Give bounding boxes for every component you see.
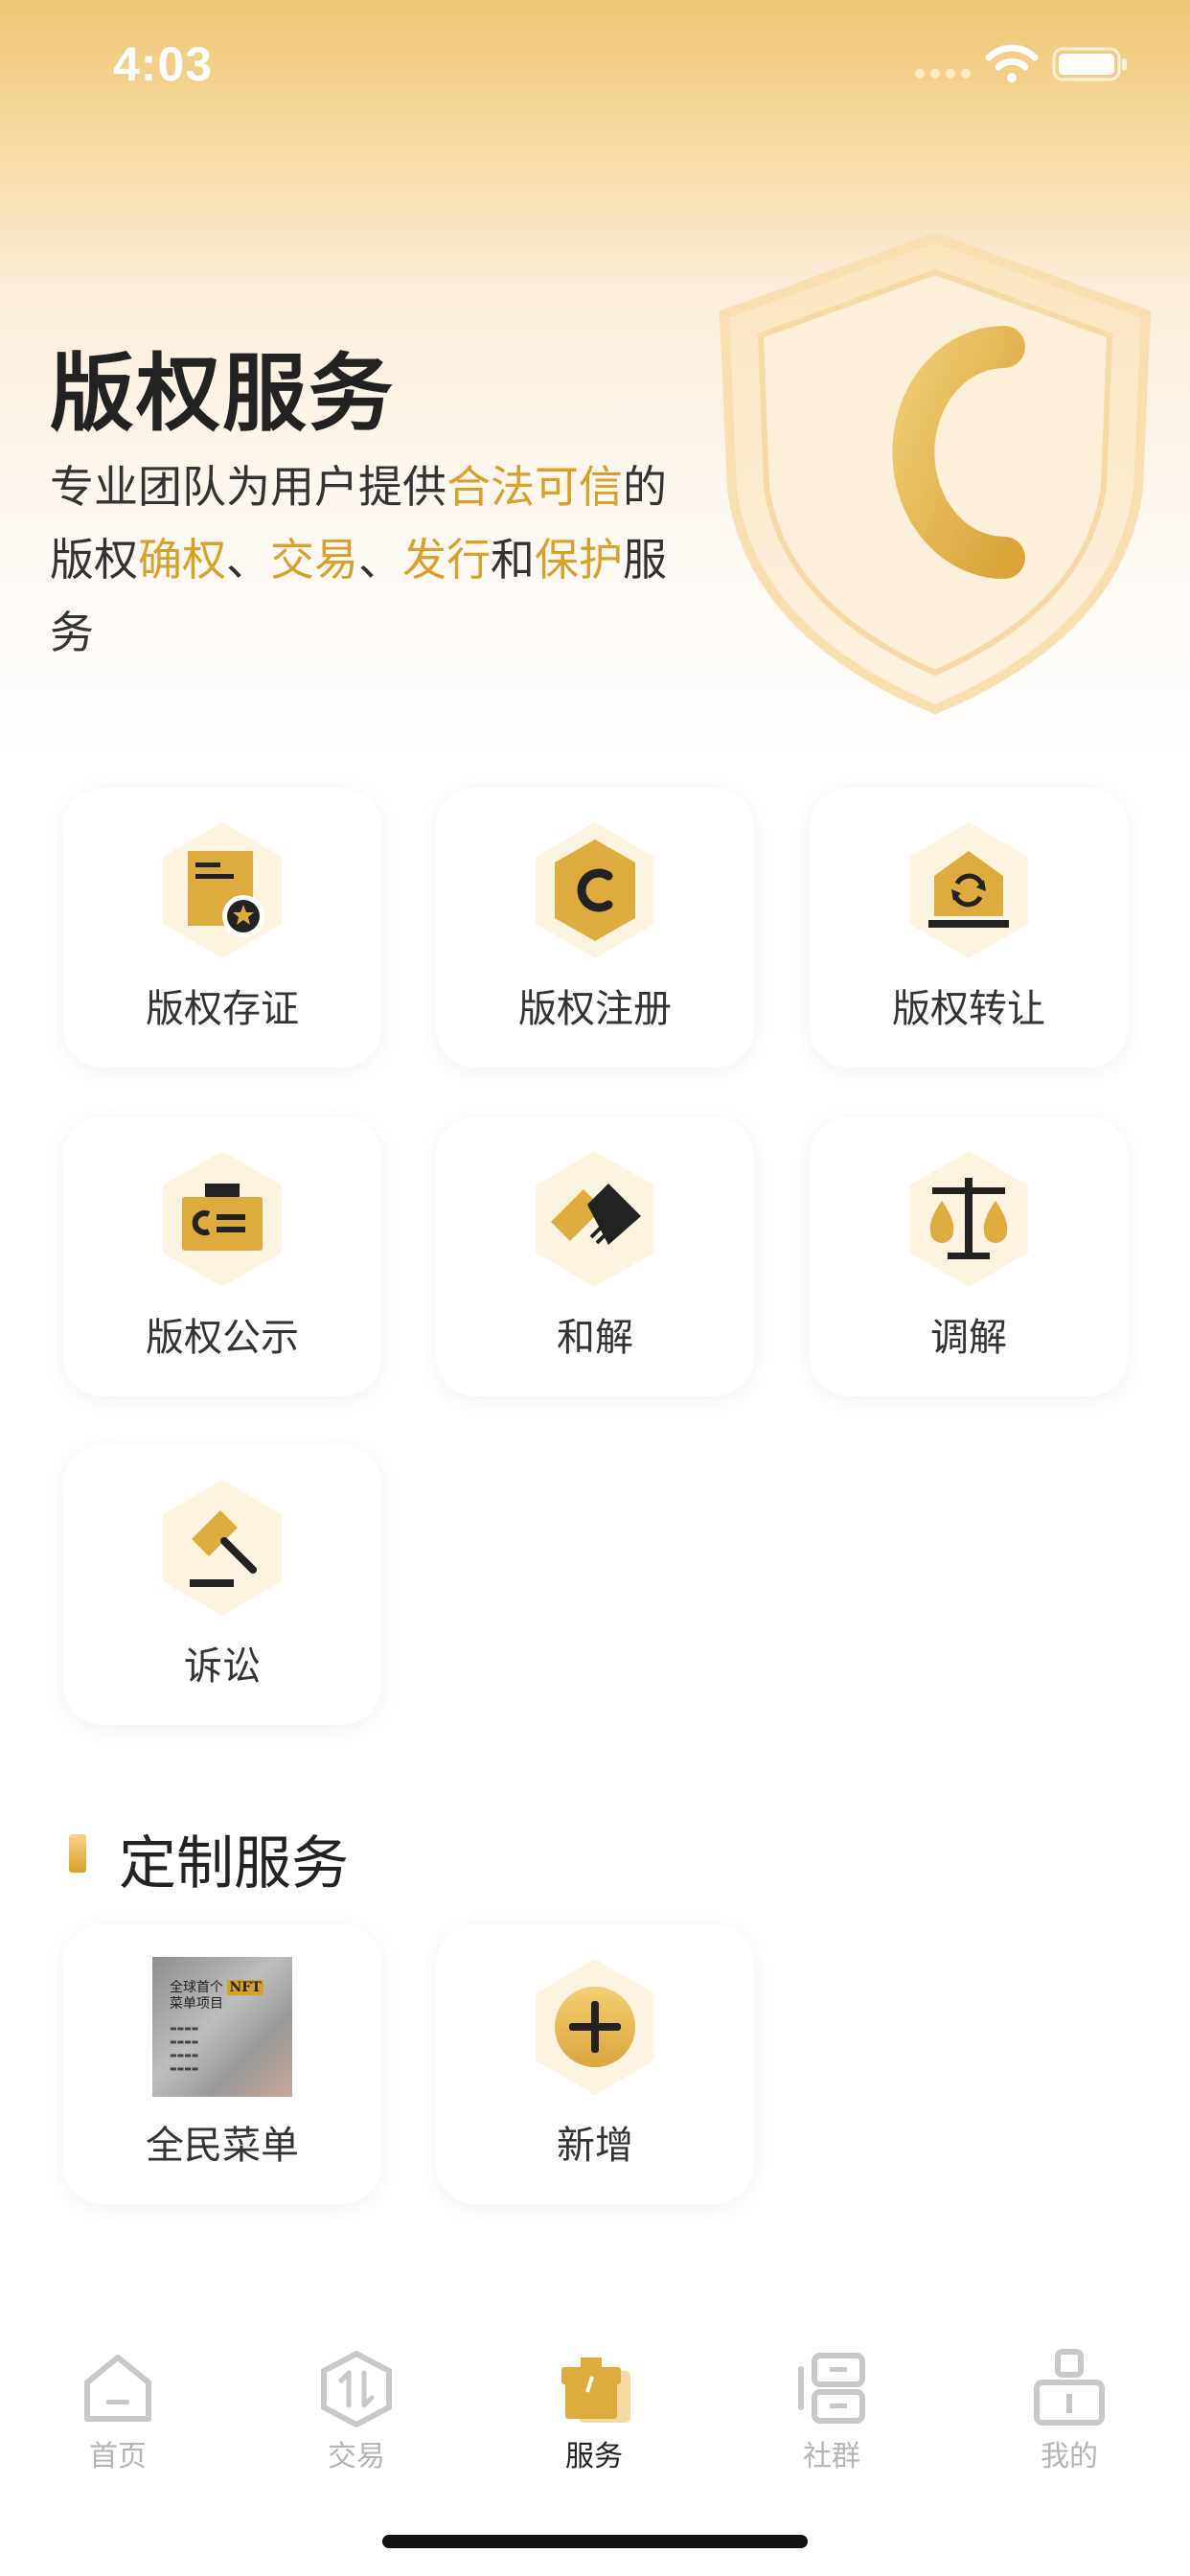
wifi-icon [985,44,1039,82]
tab-label: 社群 [803,2440,860,2473]
tab-trade[interactable]: 交易 [280,2348,433,2474]
tab-label: 交易 [328,2440,385,2473]
hero-description: 专业团队为用户提供合法可信的版权确权、交易、发行和保护服务 [50,461,667,658]
transfer-icon [909,822,1028,958]
page-title: 版权服务 [50,344,396,443]
home-icon [84,2355,151,2422]
gavel-icon [163,1480,282,1616]
announcement-icon [163,1151,282,1287]
service-card-announcement[interactable]: 版权公示 [63,1116,381,1396]
tab-label: 我的 [1041,2440,1098,2473]
service-label: 调解 [930,1316,1007,1360]
service-label: 和解 [557,1316,633,1360]
tab-label: 服务 [565,2440,623,2473]
battery-icon [1052,47,1127,81]
service-icon [561,2358,630,2423]
section-title: 定制服务 [119,1830,349,1898]
menu-thumbnail: 全球首个 NFT 菜单项目 ▬▬▬▬ ▬▬▬▬ ▬▬▬▬ ▬▬▬▬ [152,1957,292,2097]
scale-icon [909,1151,1028,1287]
service-label: 版权存证 [146,987,299,1031]
tab-service[interactable]: 服务 [517,2348,671,2474]
service-card-mediation[interactable]: 调解 [810,1116,1128,1396]
tab-label: 首页 [89,2440,147,2473]
status-time: 4:03 [113,37,214,91]
service-label: 版权注册 [518,987,672,1031]
trade-icon [321,2351,392,2427]
service-label: 诉讼 [184,1644,261,1689]
custom-label: 全民菜单 [146,2124,299,2168]
custom-card-menu[interactable]: 全球首个 NFT 菜单项目 ▬▬▬▬ ▬▬▬▬ ▬▬▬▬ ▬▬▬▬ 全民菜单 [63,1924,381,2204]
custom-card-add[interactable]: 新增 [436,1924,754,2204]
community-icon [798,2353,865,2424]
add-icon [536,1959,654,2095]
handshake-icon [536,1151,654,1287]
service-label: 版权公示 [146,1316,299,1360]
service-card-register[interactable]: 版权注册 [436,788,754,1068]
tab-profile[interactable]: 我的 [993,2348,1146,2474]
custom-label: 新增 [557,2124,633,2168]
service-card-transfer[interactable]: 版权转让 [810,788,1128,1068]
service-label: 版权转让 [892,987,1045,1031]
service-card-litigation[interactable]: 诉讼 [63,1445,381,1725]
signal-icon [915,69,971,79]
tab-community[interactable]: 社群 [755,2348,908,2474]
shield-icon [719,232,1152,715]
tab-home[interactable]: 首页 [41,2348,195,2474]
home-indicator[interactable] [382,2535,808,2548]
section-marker [69,1834,86,1873]
service-card-settlement[interactable]: 和解 [436,1116,754,1396]
certificate-icon [163,822,282,958]
profile-icon [1034,2349,1105,2426]
copyright-icon [536,822,654,958]
service-card-certificate[interactable]: 版权存证 [63,788,381,1068]
